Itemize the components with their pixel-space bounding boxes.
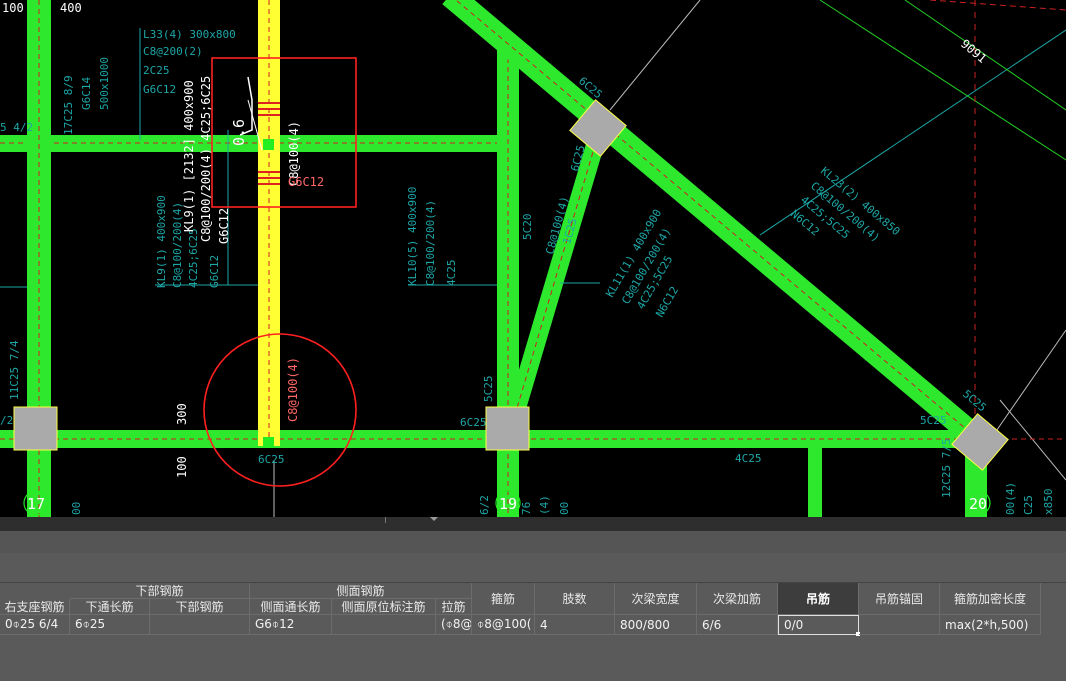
dim-100-bottom: 100 bbox=[175, 456, 189, 478]
properties-table-panel: 下部钢筋 侧面钢筋 右支座钢筋 下通长筋 下部钢筋 侧面通长筋 侧面原位标注筋 拉筋 箍筋 肢数次… bbox=[0, 531, 1066, 681]
table-cell-6[interactable]: ⌽8@100( bbox=[472, 615, 535, 635]
svg-text:76: 76 bbox=[520, 502, 533, 515]
svg-text:G6C12: G6C12 bbox=[208, 255, 221, 288]
table-cell-4[interactable] bbox=[332, 615, 436, 635]
collapse-arrow-icon[interactable] bbox=[430, 517, 438, 521]
column-header-tall-5[interactable]: 吊筋锚固 bbox=[859, 583, 940, 615]
svg-text:6C25: 6C25 bbox=[460, 416, 487, 429]
svg-text:C8@100/200(4) 4C25;6C25: C8@100/200(4) 4C25;6C25 bbox=[199, 76, 213, 242]
svg-text:G6C14: G6C14 bbox=[80, 77, 93, 110]
svg-text:00(4): 00(4) bbox=[1004, 482, 1017, 515]
svg-text:5C20: 5C20 bbox=[521, 214, 534, 241]
column-header-3[interactable]: 侧面通长筋 bbox=[250, 599, 332, 615]
column-header-tall-4[interactable]: 吊筋 bbox=[778, 583, 859, 615]
svg-text:6/2: 6/2 bbox=[478, 495, 491, 515]
svg-text:5C25: 5C25 bbox=[920, 414, 947, 427]
svg-text:00: 00 bbox=[558, 502, 571, 515]
svg-text:KL9(1) [2132] 400x900: KL9(1) [2132] 400x900 bbox=[182, 80, 196, 232]
svg-text:G6C12: G6C12 bbox=[217, 208, 231, 244]
column-header-5[interactable]: 拉筋 bbox=[436, 599, 472, 615]
table-cell-12[interactable]: max(2*h,500) bbox=[940, 615, 1041, 635]
group-header-0: 下部钢筋 bbox=[70, 583, 250, 599]
horizontal-beams bbox=[0, 135, 1066, 448]
svg-text:C8@200(2): C8@200(2) bbox=[143, 45, 203, 58]
svg-text:5C25: 5C25 bbox=[482, 376, 495, 403]
column-header-tall-2[interactable]: 次梁宽度 bbox=[615, 583, 697, 615]
svg-text:/2: /2 bbox=[0, 414, 13, 427]
svg-text:(4): (4) bbox=[538, 495, 551, 515]
cad-drawing-canvas[interactable]: 17 19 20 100 400 9091 300 100 L33(4) 300… bbox=[0, 0, 1066, 517]
grid-label-20: 20 bbox=[969, 495, 987, 513]
column-header-tall-1[interactable]: 肢数 bbox=[535, 583, 615, 615]
column-header-1[interactable]: 下通长筋 bbox=[70, 599, 150, 615]
column-header-2[interactable]: 下部钢筋 bbox=[150, 599, 250, 615]
svg-text:KL10(5) 400x900: KL10(5) 400x900 bbox=[406, 187, 419, 286]
svg-text:4C25: 4C25 bbox=[445, 260, 458, 287]
column-header-0[interactable]: 右支座钢筋 bbox=[0, 599, 70, 615]
dim-9091: 9091 bbox=[958, 37, 989, 66]
ratio-label: 0.6 bbox=[230, 119, 248, 146]
svg-text:6C25: 6C25 bbox=[258, 453, 285, 466]
table-cell-1[interactable]: 6⌽25 bbox=[70, 615, 150, 635]
panel-toolbar-secondary bbox=[0, 553, 1066, 583]
svg-text:5 4/2: 5 4/2 bbox=[0, 121, 33, 134]
panel-toolbar bbox=[0, 531, 1066, 554]
svg-text:12C25 7/5: 12C25 7/5 bbox=[940, 438, 953, 498]
svg-text:x850: x850 bbox=[1042, 489, 1055, 516]
svg-text:500x1000: 500x1000 bbox=[98, 57, 111, 110]
svg-text:G6C12: G6C12 bbox=[288, 175, 324, 189]
table-cell-8[interactable]: 800/800 bbox=[615, 615, 697, 635]
svg-text:2C25: 2C25 bbox=[143, 64, 170, 77]
table-cell-3[interactable]: G6⌽12 bbox=[250, 615, 332, 635]
table-cell-11[interactable] bbox=[859, 615, 940, 635]
grid-label-19: 19 bbox=[499, 495, 517, 513]
dim-300: 300 bbox=[175, 403, 189, 425]
column-header-tall-6[interactable]: 箍筋加密长度 bbox=[940, 583, 1041, 615]
splitter-handle bbox=[385, 517, 386, 523]
panel-splitter[interactable] bbox=[0, 517, 1066, 531]
selected-beam[interactable] bbox=[239, 0, 280, 448]
table-cell-7[interactable]: 4 bbox=[535, 615, 615, 635]
structural-plan-svg[interactable]: 17 19 20 100 400 9091 300 100 L33(4) 300… bbox=[0, 0, 1066, 517]
table-cell-2[interactable] bbox=[150, 615, 250, 635]
column-header-4[interactable]: 侧面原位标注筋 bbox=[332, 599, 436, 615]
svg-text:G6C12: G6C12 bbox=[143, 83, 176, 96]
column-17 bbox=[13, 406, 58, 451]
grip-point-mid bbox=[263, 139, 274, 150]
svg-text:C25: C25 bbox=[1022, 495, 1035, 515]
dim-400-top: 400 bbox=[60, 1, 82, 15]
svg-text:17C25 8/9: 17C25 8/9 bbox=[62, 75, 75, 135]
svg-text:KL9(1) 400x900: KL9(1) 400x900 bbox=[155, 195, 168, 288]
column-header-tall-3[interactable]: 次梁加筋 bbox=[697, 583, 778, 615]
dim-100-top: 100 bbox=[2, 1, 24, 15]
svg-text:L33(4) 300x800: L33(4) 300x800 bbox=[143, 28, 236, 41]
svg-text:4C25: 4C25 bbox=[735, 452, 762, 465]
hanger-note: C8@100(4) bbox=[286, 357, 300, 422]
grip-point-end bbox=[263, 437, 274, 448]
grid-axis-labels: 17 19 20 bbox=[23, 490, 991, 516]
svg-text:11C25 7/4: 11C25 7/4 bbox=[8, 340, 21, 400]
svg-text:5C25: 5C25 bbox=[960, 387, 989, 414]
svg-text:00: 00 bbox=[70, 502, 83, 515]
table-cell-9[interactable]: 6/6 bbox=[697, 615, 778, 635]
table-cell-5[interactable]: (⌽8@ bbox=[436, 615, 472, 635]
grid-label-17: 17 bbox=[27, 495, 45, 513]
table-cell-10[interactable]: 0/0 bbox=[778, 615, 859, 635]
table-cell-0[interactable]: 0⌽25 6/4 bbox=[0, 615, 70, 635]
column-header-tall-0[interactable]: 箍筋 bbox=[472, 583, 535, 615]
column-19 bbox=[485, 406, 530, 451]
svg-text:C8@100/200(4): C8@100/200(4) bbox=[424, 200, 437, 286]
group-header-1: 侧面钢筋 bbox=[250, 583, 472, 599]
